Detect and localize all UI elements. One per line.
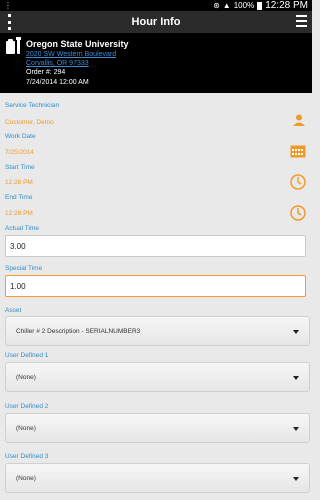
asset-select[interactable]: Chiller # 2 Description - SERIALNUMBER3: [5, 316, 310, 346]
special-time-input[interactable]: 1.00: [5, 275, 306, 297]
customer-name: Oregon State University: [26, 39, 129, 49]
dropdown-arrow-icon: [293, 330, 299, 334]
dropdown-arrow-icon: [293, 477, 299, 481]
asset-label: Asset: [5, 307, 22, 314]
page-title: Hour Info: [131, 16, 181, 28]
special-time-label: Special Time: [5, 265, 43, 272]
dropdown-arrow-icon: [293, 376, 299, 380]
user-defined-1-select[interactable]: (None): [5, 362, 310, 392]
user-defined-2-label: User Defined 2: [5, 403, 49, 410]
hamburger-menu-icon[interactable]: [296, 15, 307, 27]
status-bar: ⋮ ⊛ ▲ 100% 12:28 PM: [0, 0, 312, 11]
calendar-icon[interactable]: [290, 144, 306, 158]
person-icon[interactable]: [292, 113, 306, 127]
wifi-icon: ▲: [222, 1, 231, 10]
order-number: Order #: 294: [26, 69, 66, 77]
user-defined-2-value: (None): [16, 425, 36, 432]
clock: 12:28 PM: [265, 0, 308, 11]
order-date: 7/24/2014 12:00 AM: [26, 78, 89, 86]
user-defined-3-select[interactable]: (None): [5, 463, 310, 493]
clock-icon[interactable]: [290, 173, 306, 191]
actual-time-input[interactable]: 3.00: [5, 235, 306, 257]
action-bar: Hour Info: [0, 11, 312, 33]
battery-icon: [257, 1, 263, 10]
customer-header: Oregon State University 2020 SW Western …: [0, 33, 312, 93]
clipboard-tools-icon: [6, 37, 21, 54]
start-time-value[interactable]: 12:28 PM: [5, 179, 33, 186]
work-date-label: Work Date: [5, 133, 36, 140]
end-time-value[interactable]: 12:28 PM: [5, 210, 33, 217]
user-defined-3-label: User Defined 3: [5, 453, 49, 460]
clock-icon[interactable]: [290, 204, 306, 222]
battery-percent: 100%: [233, 1, 255, 10]
notification-icon: ⋮: [4, 1, 12, 10]
service-technician-value[interactable]: Customer, Demo: [5, 119, 54, 126]
start-time-label: Start Time: [5, 164, 35, 171]
end-time-label: End Time: [5, 194, 33, 201]
user-defined-3-value: (None): [16, 475, 36, 482]
service-technician-label: Service Technician: [5, 102, 60, 109]
dropdown-arrow-icon: [293, 427, 299, 431]
user-defined-1-label: User Defined 1: [5, 352, 49, 359]
address-line1-link[interactable]: 2020 SW Western Boulevard: [26, 50, 129, 59]
user-defined-1-value: (None): [16, 374, 36, 381]
user-defined-2-select[interactable]: (None): [5, 413, 310, 443]
asset-select-value: Chiller # 2 Description - SERIALNUMBER3: [16, 328, 141, 335]
address-line2-link[interactable]: Corvallis, OR 97333: [26, 59, 129, 68]
status-icons: ⊛ ▲ 100% 12:28 PM: [213, 0, 308, 11]
work-date-value[interactable]: 7/25/2014: [5, 149, 34, 156]
actual-time-label: Actual Time: [5, 225, 39, 232]
bluetooth-icon: ⊛: [213, 1, 220, 10]
